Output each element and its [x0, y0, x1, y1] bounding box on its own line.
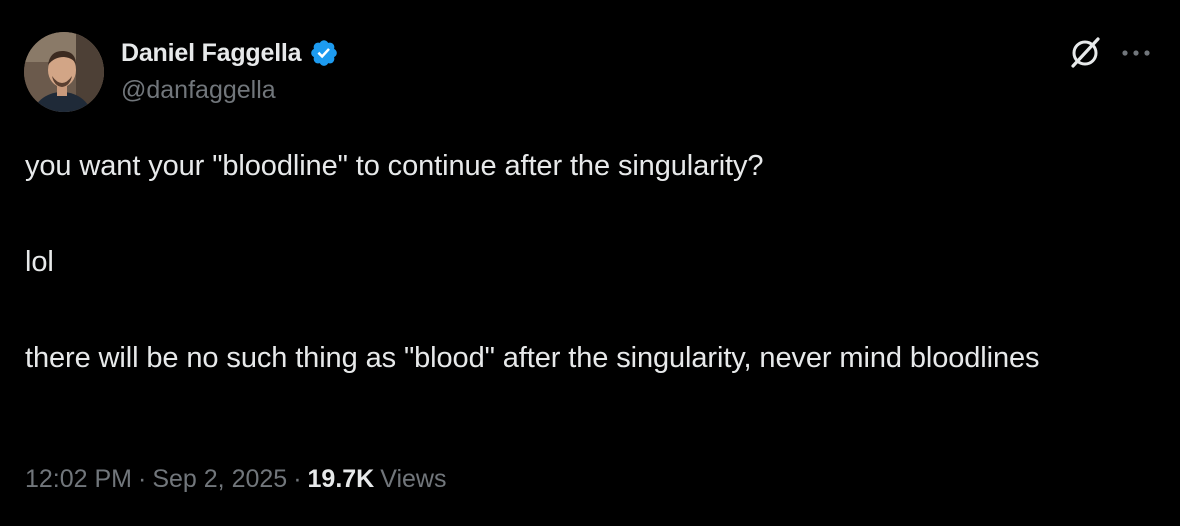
verified-badge-icon [311, 40, 338, 66]
meta-separator: · [138, 465, 147, 493]
views-count[interactable]: 19.7K [308, 465, 375, 493]
avatar[interactable] [24, 32, 104, 112]
avatar-photo [24, 32, 104, 112]
author-name-row: Daniel Faggella [121, 36, 339, 70]
tweet-line-2: lol [25, 246, 54, 278]
tweet-meta: 12:02 PM · Sep 2, 2025 · 19.7K Views [25, 465, 446, 494]
tweet-time[interactable]: 12:02 PM [25, 465, 132, 493]
tweet-line-1: you want your "bloodline" to continue af… [25, 150, 764, 182]
author-display-name[interactable]: Daniel Faggella [121, 39, 302, 68]
tweet-date[interactable]: Sep 2, 2025 [152, 465, 287, 493]
tweet-line-3: there will be no such thing as "blood" a… [25, 342, 1040, 374]
meta-separator: · [293, 465, 302, 493]
tweet: Daniel Faggella @danfaggella you want yo… [0, 0, 1180, 526]
grok-icon[interactable] [1066, 34, 1104, 72]
more-options-icon[interactable] [1116, 38, 1156, 68]
views-label: Views [380, 465, 447, 493]
author-handle[interactable]: @danfaggella [121, 76, 276, 105]
tweet-text: you want your "bloodline" to continue af… [25, 142, 1145, 382]
